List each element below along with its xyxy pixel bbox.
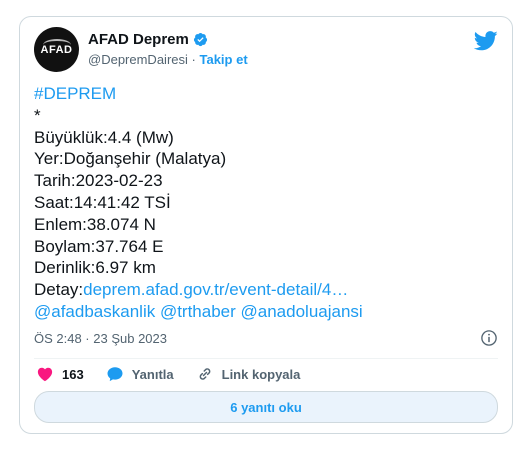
mentions-links[interactable]: @afadbaskanlik @trthaber @anadoluajansi <box>34 302 363 321</box>
detail-link[interactable]: deprem.afad.gov.tr/event-detail/4… <box>83 280 348 299</box>
twitter-bird-icon[interactable] <box>474 31 498 51</box>
tweet-line-longitude: Boylam:37.764 E <box>34 236 164 256</box>
tweet-timestamp[interactable]: ÖS 2:48 · 23 Şub 2023 <box>34 331 167 346</box>
reply-label: Yanıtla <box>131 366 174 382</box>
reply-bubble-icon <box>107 367 123 382</box>
name-row: AFAD Deprem <box>88 31 208 48</box>
detail-prefix: Detay: <box>34 280 84 300</box>
handle-row: @DepremDairesi · Takip et <box>88 52 248 67</box>
copy-link-button[interactable]: Link kopyala <box>196 365 301 383</box>
tweet-header: AFAD AFAD Deprem @DepremDairesi · Takip … <box>34 27 498 77</box>
separator: · <box>191 52 196 67</box>
account-name[interactable]: AFAD Deprem <box>88 31 189 48</box>
info-icon[interactable] <box>480 329 498 347</box>
like-count: 163 <box>62 366 84 382</box>
tweet-asterisk: * <box>34 105 41 125</box>
tweet-line-magnitude: Büyüklük:4.4 (Mw) <box>34 127 174 147</box>
tweet-text: #DEPREM * Büyüklük:4.4 (Mw) Yer:Doğanşeh… <box>34 83 498 323</box>
hashtag-link[interactable]: #DEPREM <box>34 84 116 103</box>
like-button[interactable]: 163 <box>36 365 84 383</box>
tweet-line-date: Tarih:2023-02-23 <box>34 171 163 191</box>
account-handle[interactable]: @DepremDairesi <box>88 52 188 67</box>
divider <box>34 358 498 359</box>
reply-button[interactable]: Yanıtla <box>106 365 174 383</box>
link-icon <box>199 368 210 380</box>
tweet-card: AFAD AFAD Deprem @DepremDairesi · Takip … <box>19 16 513 434</box>
copy-link-label: Link kopyala <box>221 366 301 382</box>
tweet-line-time: Saat:14:41:42 TSİ <box>34 192 171 212</box>
avatar-logo-swoosh <box>43 39 71 51</box>
tweet-line-detail: Detay:deprem.afad.gov.tr/event-detail/4… <box>34 279 498 301</box>
tweet-line-latitude: Enlem:38.074 N <box>34 214 156 234</box>
tweet-line-depth: Derinlik:6.97 km <box>34 258 156 278</box>
follow-link[interactable]: Takip et <box>199 52 247 67</box>
verified-badge-icon <box>193 32 207 47</box>
avatar[interactable]: AFAD <box>34 27 79 72</box>
heart-icon <box>37 367 53 382</box>
read-replies-button[interactable]: 6 yanıtı oku <box>34 391 498 423</box>
tweet-actions: 163 Yanıtla Link kopyala <box>36 365 322 383</box>
tweet-line-location: Yer:Doğanşehir (Malatya) <box>34 149 227 169</box>
